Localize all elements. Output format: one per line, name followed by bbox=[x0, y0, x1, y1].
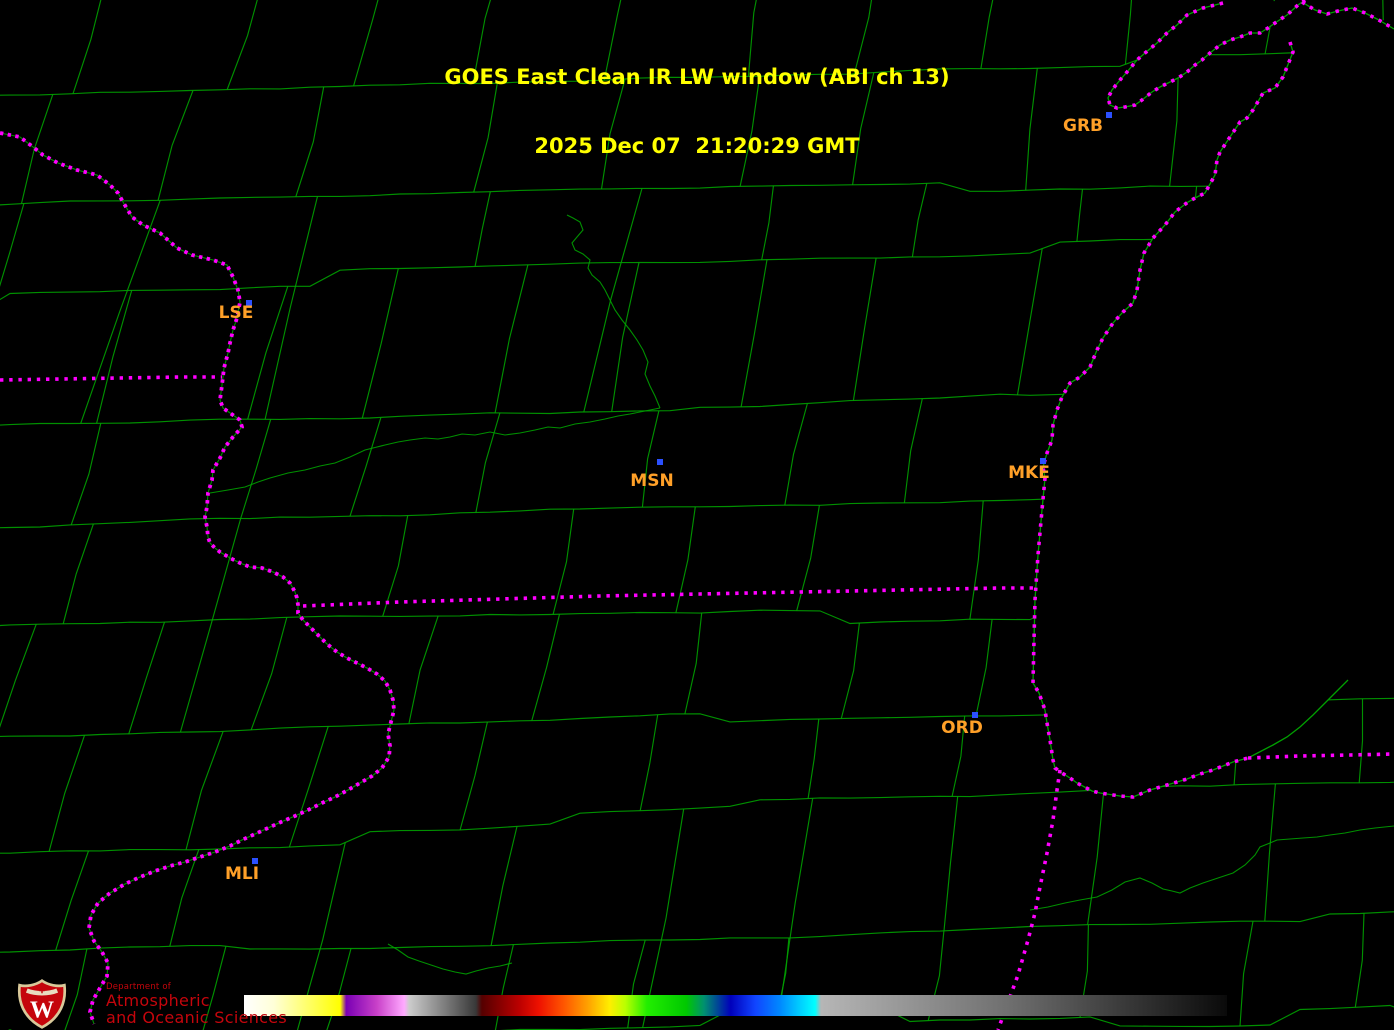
county-line bbox=[55, 850, 90, 951]
county-line bbox=[250, 617, 288, 730]
county-line bbox=[179, 518, 242, 733]
county-line bbox=[128, 621, 166, 734]
county-line bbox=[0, 781, 1394, 854]
county-line bbox=[852, 258, 877, 401]
county-line bbox=[494, 264, 529, 414]
station-label-LSE: LSE bbox=[219, 303, 254, 323]
county-line bbox=[943, 796, 959, 931]
indiana-michigan-border bbox=[1247, 752, 1394, 760]
county-line bbox=[264, 196, 319, 420]
station-label-ORD: ORD bbox=[941, 718, 983, 738]
station-label-MLI: MLI bbox=[225, 864, 259, 884]
county-line bbox=[1239, 921, 1254, 1027]
crest-monogram: W bbox=[30, 996, 54, 1023]
county-line bbox=[784, 403, 808, 506]
county-line bbox=[0, 911, 1394, 953]
temperature-colorbar bbox=[244, 995, 1227, 1016]
illinois-indiana-border bbox=[996, 769, 1062, 1030]
county-line bbox=[349, 417, 382, 517]
county-line bbox=[975, 619, 993, 717]
county-line bbox=[494, 944, 514, 1030]
illinois-river bbox=[387, 943, 513, 975]
county-line bbox=[1358, 698, 1364, 783]
county-line bbox=[326, 948, 352, 1030]
uw-aos-logo-text: Department of Atmospheric and Oceanic Sc… bbox=[106, 982, 287, 1026]
county-line bbox=[475, 412, 501, 513]
county-line bbox=[185, 731, 224, 850]
uw-crest-logo: W bbox=[17, 979, 67, 1029]
county-line bbox=[96, 290, 133, 424]
county-line bbox=[740, 259, 768, 408]
mississippi-valley-green bbox=[0, 132, 395, 1025]
kankakee-river bbox=[1029, 825, 1394, 911]
county-line bbox=[583, 188, 643, 413]
county-line bbox=[639, 714, 659, 811]
county-line bbox=[903, 398, 923, 503]
station-label-MKE: MKE bbox=[1008, 463, 1050, 483]
county-line bbox=[62, 523, 94, 624]
upper-wisconsin-river bbox=[566, 214, 661, 409]
county-line bbox=[1264, 783, 1276, 922]
minnesota-iowa-border bbox=[0, 375, 222, 382]
county-line bbox=[247, 286, 289, 420]
county-line bbox=[288, 726, 329, 848]
wisconsin-illinois-border bbox=[302, 586, 1035, 608]
county-line bbox=[675, 506, 696, 613]
county-line bbox=[80, 200, 161, 424]
county-line bbox=[48, 735, 86, 852]
county-line bbox=[796, 505, 820, 611]
county-line bbox=[408, 615, 439, 724]
station-label-MSN: MSN bbox=[630, 471, 673, 491]
county-line bbox=[490, 826, 518, 946]
image-title-line1: GOES East Clean IR LW window (ABI ch 13) bbox=[444, 65, 950, 89]
county-line bbox=[240, 419, 272, 519]
wisconsin-river bbox=[209, 407, 661, 494]
county-line bbox=[70, 423, 102, 526]
county-line bbox=[807, 718, 820, 799]
county-line bbox=[684, 612, 703, 715]
station-markers: GRBLSEMSN MKEORDMLI bbox=[219, 112, 1112, 884]
county-line bbox=[0, 203, 25, 287]
county-line bbox=[0, 624, 37, 728]
county-line bbox=[641, 410, 660, 508]
county-line bbox=[1354, 913, 1365, 1008]
county-line bbox=[840, 622, 860, 719]
station-dot-MSN bbox=[657, 459, 663, 465]
county-line bbox=[169, 849, 200, 947]
county-line bbox=[531, 614, 561, 721]
county-line bbox=[361, 268, 399, 419]
satellite-image-viewport: GRB LSE MSN MKE ORD MLI GOES East Clean IR LW… bbox=[0, 0, 1394, 1030]
county-line bbox=[459, 721, 488, 831]
county-line bbox=[969, 500, 984, 620]
county-line bbox=[1087, 789, 1105, 925]
county-line bbox=[1016, 248, 1043, 395]
image-title-line2: 2025 Dec 07 21:20:29 GMT bbox=[534, 134, 860, 158]
logo-institute-line1: Atmospheric bbox=[106, 991, 210, 1010]
logo-institute-line2: and Oceanic Sciences bbox=[106, 1008, 288, 1027]
image-title: GOES East Clean IR LW window (ABI ch 13)… bbox=[0, 20, 1394, 204]
mississippi-river-border bbox=[0, 131, 396, 1025]
